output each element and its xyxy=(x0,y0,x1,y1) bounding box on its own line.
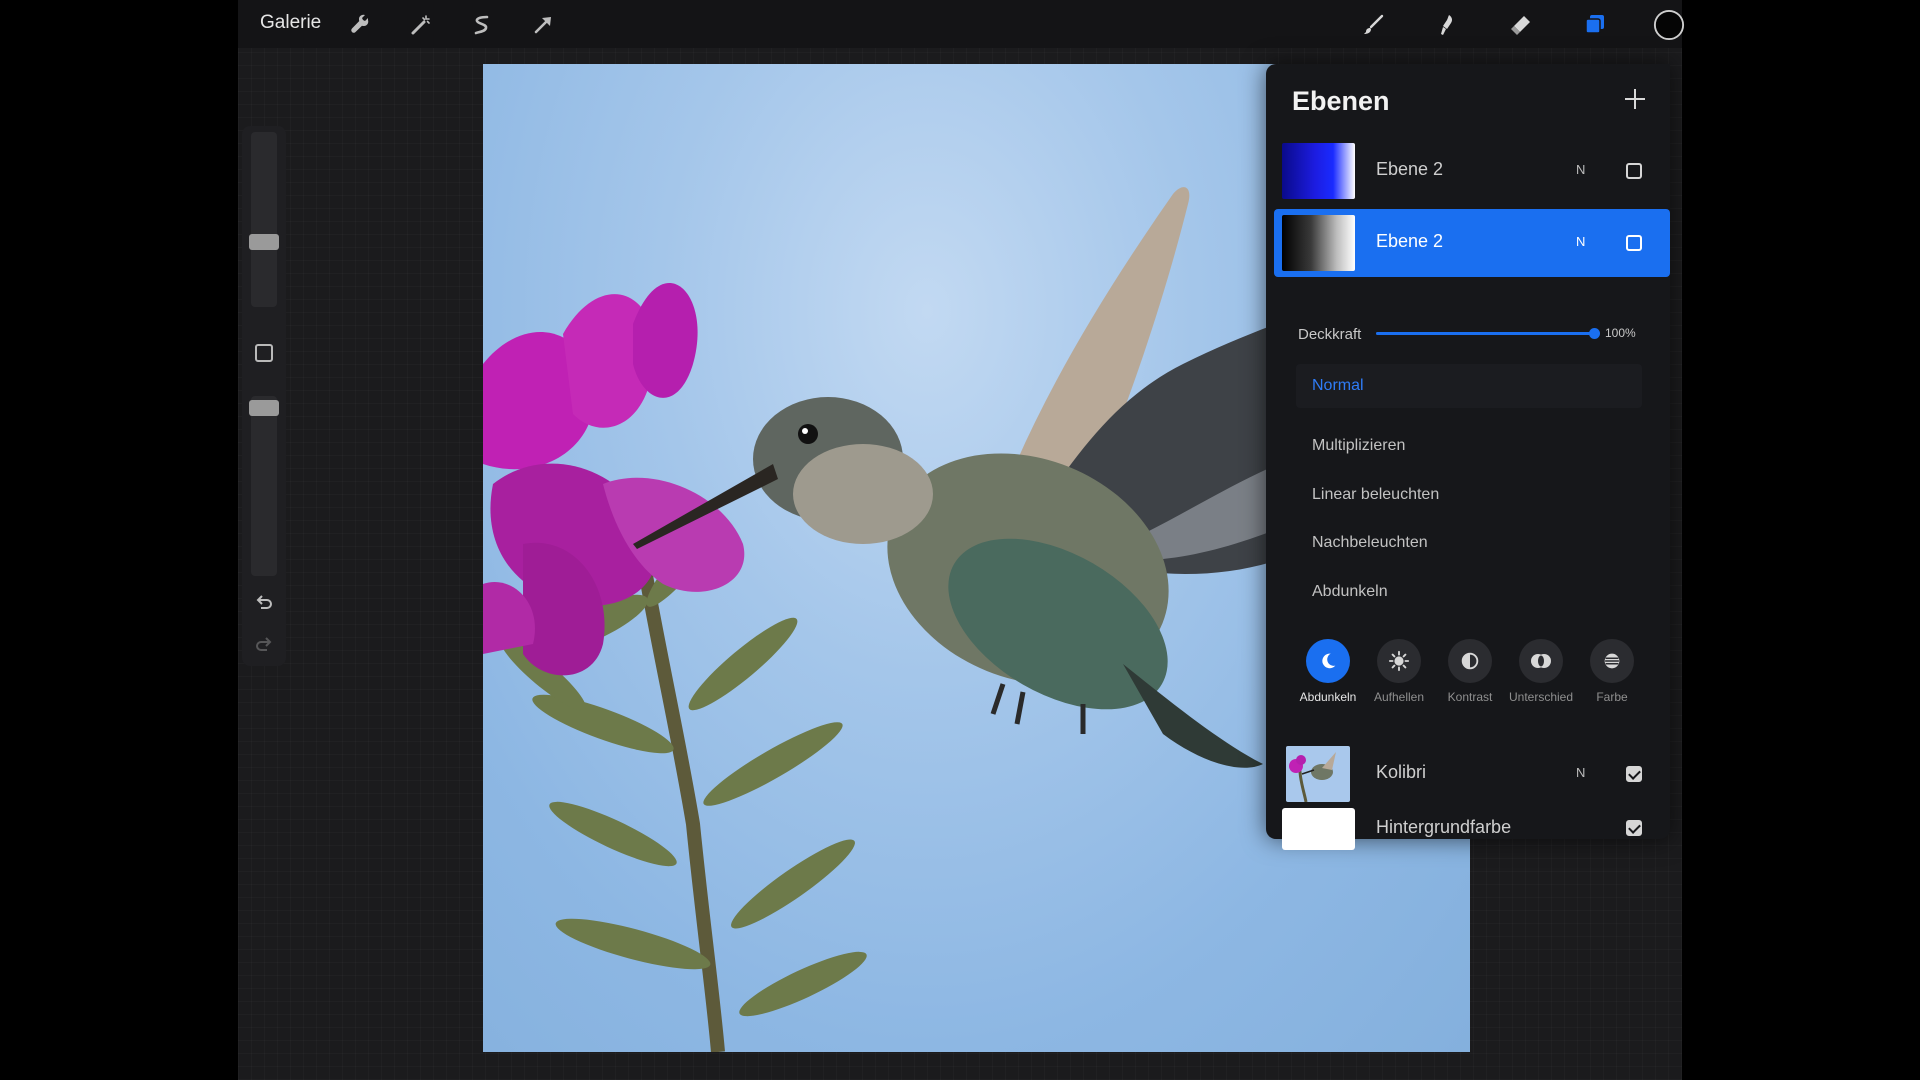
category-label: Farbe xyxy=(1596,690,1628,704)
undo-icon[interactable] xyxy=(254,592,274,612)
layers-icon[interactable] xyxy=(1580,10,1610,40)
layer-thumbnail xyxy=(1282,808,1355,850)
moon-icon xyxy=(1306,639,1350,683)
blend-mode-selected[interactable]: Normal xyxy=(1296,364,1642,408)
panel-title: Ebenen xyxy=(1292,86,1390,116)
blend-mode-selected-label: Normal xyxy=(1312,377,1364,394)
blend-mode-item[interactable]: Abdunkeln xyxy=(1312,583,1388,601)
brush-size-slider[interactable] xyxy=(251,132,277,307)
opacity-slider-fill xyxy=(1376,332,1594,335)
eraser-icon[interactable] xyxy=(1506,10,1536,40)
visibility-checkbox[interactable] xyxy=(1626,820,1642,836)
blend-mode-item[interactable]: Linear beleuchten xyxy=(1312,486,1439,504)
category-label: Abdunkeln xyxy=(1299,690,1357,704)
layer-name: Ebene 2 xyxy=(1376,231,1444,251)
contrast-icon xyxy=(1448,639,1492,683)
layer-thumbnail xyxy=(1282,143,1355,199)
opacity-value: 100% xyxy=(1605,326,1636,340)
screen: Galerie Ebenen Ebene 2 N Ebene 2 N Deckk… xyxy=(0,0,1920,1080)
sun-icon xyxy=(1377,639,1421,683)
layer-thumbnail xyxy=(1282,215,1355,271)
visibility-checkbox[interactable] xyxy=(1626,163,1642,179)
opacity-label: Deckkraft xyxy=(1298,326,1362,343)
smudge-icon[interactable] xyxy=(1432,10,1462,40)
category-lighten[interactable]: Aufhellen xyxy=(1364,639,1434,704)
layer-row[interactable]: Hintergrundfarbe xyxy=(1274,804,1670,852)
opacity-slider-handle[interactable] xyxy=(1589,328,1600,339)
layer-name: Hintergrundfarbe xyxy=(1376,817,1512,837)
brush-size-handle[interactable] xyxy=(249,234,279,250)
layer-row-active[interactable]: Ebene 2 N xyxy=(1274,209,1670,277)
category-color[interactable]: Farbe xyxy=(1577,639,1647,704)
category-darken[interactable]: Abdunkeln xyxy=(1293,639,1363,704)
brush-opacity-handle[interactable] xyxy=(249,400,279,416)
visibility-checkbox[interactable] xyxy=(1626,235,1642,251)
selection-icon[interactable] xyxy=(467,10,497,40)
blend-mode-item[interactable]: Nachbeleuchten xyxy=(1312,534,1428,552)
redo-icon[interactable] xyxy=(254,634,274,654)
layer-name: Ebene 2 xyxy=(1376,159,1444,179)
color-icon[interactable] xyxy=(1652,8,1686,42)
category-contrast[interactable]: Kontrast xyxy=(1435,639,1505,704)
brush-icon[interactable] xyxy=(1358,10,1388,40)
blend-mode-item[interactable]: Multiplizieren xyxy=(1312,437,1405,455)
category-label: Unterschied xyxy=(1508,690,1574,704)
category-label: Aufhellen xyxy=(1373,690,1425,704)
difference-icon xyxy=(1519,639,1563,683)
layer-row[interactable]: Kolibri N xyxy=(1274,740,1670,808)
blend-mode-badge[interactable]: N xyxy=(1576,234,1585,249)
procreate-app: Galerie Ebenen Ebene 2 N Ebene 2 N Deckk… xyxy=(238,0,1685,1080)
opacity-slider[interactable] xyxy=(1376,328,1600,339)
category-difference[interactable]: Unterschied xyxy=(1506,639,1576,704)
layer-row[interactable]: Ebene 2 N xyxy=(1274,137,1670,205)
layers-panel: Ebenen Ebene 2 N Ebene 2 N Deckkraft 100… xyxy=(1266,64,1670,850)
layer-name: Kolibri xyxy=(1376,762,1427,782)
magic-wand-icon[interactable] xyxy=(406,10,436,40)
top-toolbar: Galerie xyxy=(238,0,1685,48)
transform-icon[interactable] xyxy=(528,10,558,40)
blend-mode-badge[interactable]: N xyxy=(1576,162,1585,177)
left-sidebar xyxy=(242,126,286,666)
gallery-button[interactable]: Galerie xyxy=(260,12,321,34)
color-mode-icon xyxy=(1590,639,1634,683)
category-label: Kontrast xyxy=(1447,690,1493,704)
wrench-icon[interactable] xyxy=(345,10,375,40)
layer-thumbnail xyxy=(1286,746,1350,802)
add-layer-icon[interactable] xyxy=(1620,84,1650,114)
visibility-checkbox[interactable] xyxy=(1626,766,1642,782)
brush-opacity-slider[interactable] xyxy=(251,396,277,576)
modify-button[interactable] xyxy=(255,344,273,362)
blend-mode-badge[interactable]: N xyxy=(1576,765,1585,780)
